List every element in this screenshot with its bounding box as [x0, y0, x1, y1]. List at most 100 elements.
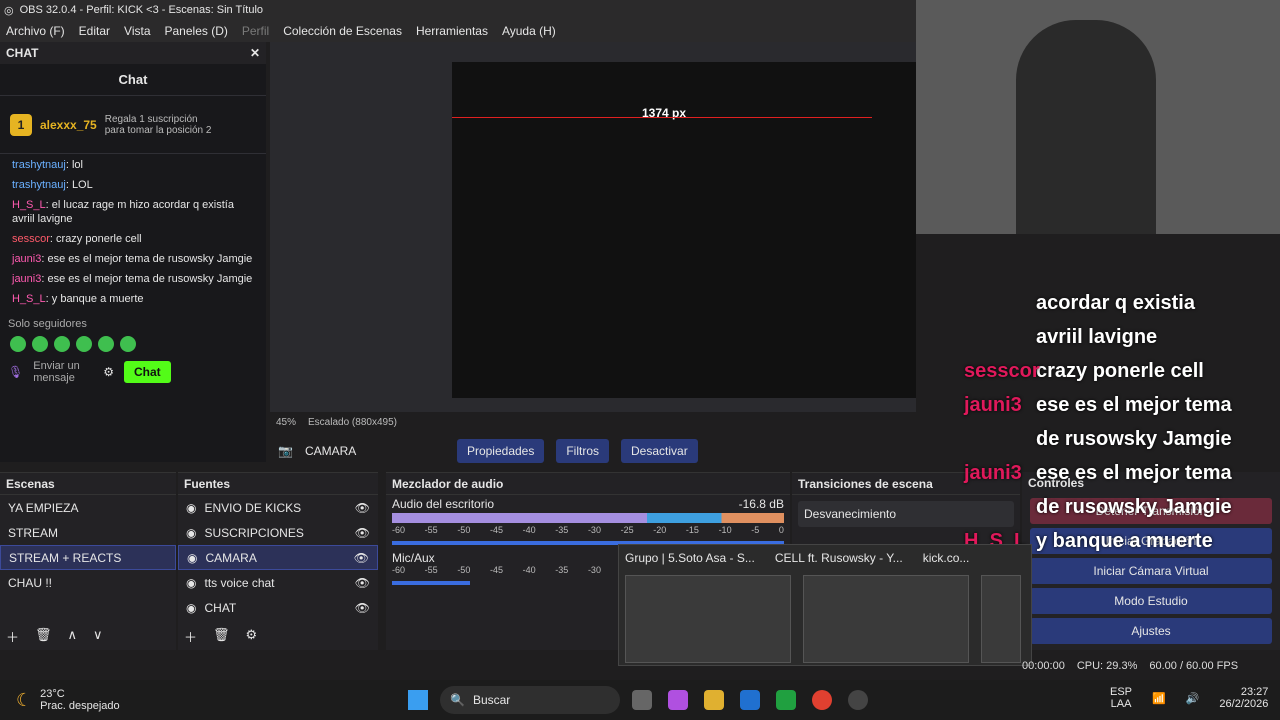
trash-icon[interactable]: 🗑 [35, 627, 52, 646]
filters-button[interactable]: Filtros [556, 439, 610, 463]
weather-text: Prac. despejado [40, 700, 120, 712]
add-icon[interactable]: ＋ [6, 627, 19, 646]
volume-slider[interactable] [392, 581, 471, 585]
channel-db: -16.8 dB [738, 497, 784, 511]
wifi-icon[interactable]: 📶 [1152, 692, 1166, 705]
chat-username[interactable]: jauni3 [12, 253, 41, 265]
volume-icon[interactable]: 🔊 [1186, 692, 1200, 705]
source-item[interactable]: ◉ CHAT 👁 [178, 595, 378, 620]
source-item[interactable]: ◉ CAMARA 👁 [178, 545, 378, 570]
down-icon[interactable]: ∨ [93, 627, 103, 646]
mic-icon[interactable]: 🎙 [8, 365, 23, 379]
emote-icon[interactable] [54, 336, 70, 352]
emote-icon[interactable] [120, 336, 136, 352]
tick-label: -60 [392, 565, 406, 575]
chat-send-button[interactable]: Chat [124, 361, 171, 383]
studio-mode-button[interactable]: Modo Estudio [1030, 588, 1272, 614]
camera-icon: 📷 [278, 444, 293, 458]
preview-tab[interactable]: kick.co... [923, 551, 970, 565]
eye-icon[interactable]: 👁 [354, 551, 369, 565]
scene-item[interactable]: STREAM + REACTS [0, 545, 176, 570]
menu-perfil[interactable]: Perfil [242, 24, 269, 38]
chat-username[interactable]: H_S_L [12, 293, 46, 305]
preview-tab[interactable]: CELL ft. Rusowsky - Y... [775, 551, 903, 565]
virtual-camera-button[interactable]: Iniciar Cámara Virtual [1030, 558, 1272, 584]
overlay-line: avriil lavigne [1036, 320, 1280, 354]
streamer-silhouette [1016, 20, 1156, 234]
window-title: OBS 32.0.4 - Perfil: KICK <3 - Escenas: … [19, 4, 264, 16]
overlay-line: jauni3 ese es el mejor tema [964, 388, 1280, 422]
properties-button[interactable]: Propiedades [456, 439, 545, 463]
chat-username[interactable]: H_S_L [12, 199, 46, 211]
add-icon[interactable]: ＋ [184, 627, 197, 646]
emote-icon[interactable] [76, 336, 92, 352]
tick-label: -35 [555, 525, 569, 535]
eye-icon[interactable]: 👁 [355, 576, 370, 590]
up-icon[interactable]: ∧ [68, 627, 78, 646]
gear-icon[interactable]: ⚙ [103, 365, 114, 379]
eye-icon[interactable]: 👁 [355, 601, 370, 615]
close-icon[interactable]: ✕ [250, 46, 260, 60]
taskview-icon[interactable] [632, 690, 652, 710]
scene-item[interactable]: YA EMPIEZA [0, 495, 176, 520]
gear-icon[interactable]: ⚙ [246, 627, 258, 646]
tick-label: 0 [778, 525, 784, 535]
menu-vista[interactable]: Vista [124, 24, 150, 38]
preview-tab[interactable]: Grupo | 5.Soto Asa - S... [625, 551, 755, 565]
taskbar-search[interactable]: 🔍 Buscar [440, 686, 620, 714]
menu-coleccion[interactable]: Colección de Escenas [283, 24, 402, 38]
chat-username[interactable]: trashytnauj [12, 179, 66, 191]
chat-title: Chat [0, 64, 266, 96]
overlay-text: ese es el mejor tema [1036, 462, 1232, 484]
scene-item[interactable]: STREAM [0, 520, 176, 545]
emote-icon[interactable] [10, 336, 26, 352]
chat-username[interactable]: sesscor [12, 233, 50, 245]
source-item[interactable]: ◉ ENVIO DE KICKS 👁 [178, 495, 378, 520]
menu-editar[interactable]: Editar [79, 24, 110, 38]
emote-icon[interactable] [32, 336, 48, 352]
menu-ayuda[interactable]: Ayuda (H) [502, 24, 556, 38]
zoom-level[interactable]: 45% [276, 417, 296, 428]
chat-text: el lucaz rage m hizo acordar q existía a… [12, 199, 234, 225]
menu-paneles[interactable]: Paneles (D) [165, 24, 228, 38]
window-thumbnail[interactable] [625, 575, 791, 663]
chrome-icon[interactable] [812, 690, 832, 710]
store-icon[interactable] [740, 690, 760, 710]
chat-messages: trashytnauj: lol trashytnauj: LOL H_S_L: e… [0, 154, 266, 316]
clock-date[interactable]: 26/2/2026 [1219, 698, 1268, 710]
overlay-nick: sesscor [964, 360, 1040, 382]
lang-layout[interactable]: LAA [1110, 698, 1132, 710]
trash-icon[interactable]: 🗑 [213, 627, 230, 646]
clock-time[interactable]: 23:27 [1219, 686, 1269, 698]
windows-start-icon[interactable] [408, 690, 428, 710]
copilot-icon[interactable] [668, 690, 688, 710]
scene-item[interactable]: CHAU !! [0, 570, 176, 595]
lang[interactable]: ESP [1110, 686, 1132, 698]
pinned-gift: 1 alexxx_75 Regala 1 suscripción para to… [0, 96, 266, 154]
source-item[interactable]: ◉ tts voice chat 👁 [178, 570, 378, 595]
transitions-title: Transiciones de escena [798, 477, 933, 491]
excel-icon[interactable] [776, 690, 796, 710]
obs-icon[interactable] [848, 690, 868, 710]
settings-button[interactable]: Ajustes [1030, 618, 1272, 644]
emote-icon[interactable] [98, 336, 114, 352]
chat-username[interactable]: jauni3 [12, 273, 41, 285]
source-item[interactable]: ◉ SUSCRIPCIONES 👁 [178, 520, 378, 545]
chat-input[interactable]: Enviar un mensaje [33, 360, 93, 384]
eye-icon[interactable]: 👁 [355, 501, 370, 515]
window-thumbnail[interactable] [803, 575, 969, 663]
scenes-title: Escenas [6, 477, 55, 491]
source-label: CAMARA [205, 550, 257, 565]
explorer-icon[interactable] [704, 690, 724, 710]
window-thumbnail[interactable] [981, 575, 1021, 663]
menu-herramientas[interactable]: Herramientas [416, 24, 488, 38]
pinned-user[interactable]: alexxx_75 [40, 118, 97, 132]
tick-label: -45 [489, 525, 503, 535]
menu-archivo[interactable]: Archivo (F) [6, 24, 65, 38]
eye-icon[interactable]: 👁 [355, 526, 370, 540]
source-label: tts voice chat [204, 575, 275, 590]
taskbar-apps [632, 690, 868, 710]
chat-username[interactable]: trashytnauj [12, 159, 66, 171]
deactivate-button[interactable]: Desactivar [621, 439, 698, 463]
scale-label[interactable]: Escalado (880x495) [308, 417, 397, 428]
